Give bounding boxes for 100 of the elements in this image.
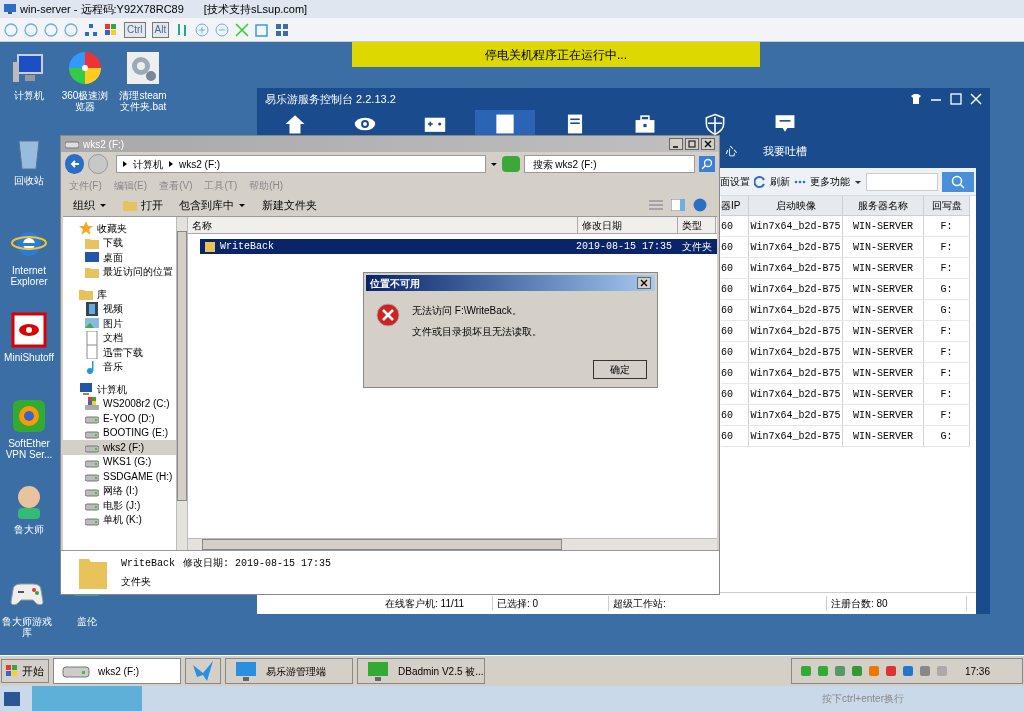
column-header[interactable]: 启动映像 [749, 196, 843, 215]
nav-label[interactable]: 我要吐槽 [763, 143, 807, 160]
table-cell-text: WIN-SERVER [853, 387, 913, 402]
tree-item[interactable]: 最近访问的位置 [63, 264, 176, 279]
minimize-button[interactable] [669, 138, 683, 150]
tree-item[interactable]: WS2008r2 (C:) [63, 396, 176, 411]
toolbar-button[interactable]: 更多功能 [794, 174, 862, 189]
tree-item[interactable]: 收藏夹 [63, 221, 176, 236]
chevron-icon[interactable] [121, 160, 129, 168]
document-app-icon[interactable] [4, 690, 20, 707]
view-icon[interactable] [649, 199, 663, 211]
close-button[interactable] [701, 138, 715, 150]
tree-item[interactable]: 下载 [63, 235, 176, 250]
start-button[interactable]: 开始 [1, 659, 49, 683]
tray-icon[interactable] [816, 665, 829, 677]
table-cell-text: Win7x64_b2d-B75 [750, 387, 841, 402]
key-button[interactable]: Ctrl [124, 21, 146, 38]
breadcrumb[interactable]: 计算机 [133, 156, 163, 172]
tray-icon[interactable] [884, 665, 897, 677]
search-field[interactable] [866, 172, 938, 191]
search-button[interactable] [942, 171, 974, 192]
maximize-icon[interactable] [950, 93, 962, 105]
toolbar-button[interactable]: 面设置 [720, 174, 750, 189]
tree-item[interactable]: 迅雷下载 [63, 345, 176, 360]
zoom-in-icon[interactable] [195, 22, 210, 37]
maximize-button[interactable] [685, 138, 699, 150]
tree-item[interactable]: 电影 (J:) [63, 498, 176, 513]
pane-icon[interactable] [671, 199, 685, 211]
desktop-icon-label[interactable]: 回收站 [14, 175, 44, 186]
tray-icon[interactable] [850, 665, 863, 677]
desktop-icon-label[interactable]: 清理steam文件夹.bat [116, 90, 170, 112]
search-button[interactable] [699, 156, 715, 172]
tree-item[interactable]: SSDGAME (H:) [63, 469, 176, 484]
desktop-icon-label[interactable]: MiniShutoff [4, 352, 54, 363]
taskbar-button[interactable] [185, 658, 221, 684]
column-header[interactable]: 回写盘 [924, 196, 970, 215]
column-header[interactable]: 类型 [678, 217, 716, 233]
file-row[interactable]: WriteBack 2019-08-15 17:35 文件夹 [200, 239, 717, 254]
desktop-icon-label[interactable]: 360极速浏览器 [58, 90, 112, 112]
tray-icon[interactable] [833, 665, 846, 677]
tray-icon[interactable] [901, 665, 914, 677]
desktop-icon-label[interactable]: 鲁大师游戏库 [0, 616, 54, 638]
key-button[interactable]: Alt [151, 21, 170, 38]
tray-icon[interactable] [799, 665, 812, 677]
toolbar-button[interactable]: 刷新 [754, 174, 790, 189]
column-header[interactable]: 器IP [721, 196, 749, 215]
command-button[interactable]: 组织 [73, 196, 107, 214]
desktop-icon-label[interactable]: 计算机 [14, 90, 44, 101]
desktop-icon-label[interactable]: SoftEther VPN Ser... [2, 438, 56, 460]
taskbar-button[interactable]: 易乐游管理端 [225, 658, 353, 684]
command-button[interactable]: 新建文件夹 [262, 196, 317, 214]
tree-item[interactable]: 单机 (K:) [63, 512, 176, 527]
grid-icon[interactable] [275, 22, 290, 37]
desktop-icon-label[interactable]: 鲁大师 [14, 524, 44, 535]
fullscreen-icon[interactable] [255, 22, 270, 37]
close-icon[interactable] [970, 93, 982, 105]
tree-item[interactable]: BOOTING (E:) [63, 425, 176, 440]
desktop-icon-label[interactable]: Internet Explorer [2, 265, 56, 287]
column-header[interactable]: 修改日期 [578, 217, 678, 233]
nav-label[interactable]: 心 [726, 143, 737, 160]
tree-item[interactable]: 计算机 [63, 382, 176, 397]
table-cell-text: 60 [721, 303, 733, 318]
tree-item[interactable]: 视频 [63, 301, 176, 316]
tree-item[interactable]: 库 [63, 287, 176, 302]
windows-logo-icon[interactable] [104, 22, 118, 37]
tree-item[interactable]: E-YOO (D:) [63, 411, 176, 426]
shirt-icon[interactable] [910, 93, 922, 105]
tray-icon[interactable] [918, 665, 931, 677]
close-button[interactable] [637, 277, 651, 289]
table-cell-text: Win7x64_b2d-B75 [750, 219, 841, 234]
chevron-icon[interactable] [167, 160, 175, 168]
tree-item[interactable]: 网络 (I:) [63, 483, 176, 498]
taskbar-button[interactable]: wks2 (F:) [53, 658, 181, 684]
tree-item[interactable]: wks2 (F:) [63, 440, 176, 455]
address-bar[interactable]: 计算机 wks2 (F:) [116, 155, 487, 173]
tree-item[interactable]: 桌面 [63, 250, 176, 265]
table-cell-text: 60 [721, 429, 733, 444]
table-cell-text: G: [940, 429, 953, 444]
help-icon[interactable] [693, 198, 707, 212]
nav-tab[interactable] [475, 110, 535, 135]
tray-icon[interactable] [867, 665, 880, 677]
command-button[interactable]: 包含到库中 [179, 196, 246, 214]
column-header[interactable]: 名称 [188, 217, 578, 233]
command-button[interactable]: 打开 [123, 196, 163, 214]
tree-item[interactable]: 音乐 [63, 359, 176, 374]
table-cell-text: Win7x64_b2d-B75 [750, 261, 841, 276]
tree-item[interactable]: WKS1 (G:) [63, 454, 176, 469]
tree-item[interactable]: 文档 [63, 330, 176, 345]
network-icon[interactable] [84, 22, 98, 37]
column-header[interactable]: 服务器名称 [843, 196, 924, 215]
zoom-out-icon[interactable] [215, 22, 230, 37]
search-field[interactable]: 搜索 wks2 (F:) [523, 155, 696, 173]
table-cell-text: 60 [721, 408, 733, 423]
ok-button[interactable]: 确定 [593, 360, 647, 379]
tree-item[interactable]: 图片 [63, 316, 176, 331]
file-name: WriteBack [121, 557, 175, 571]
taskbar-button[interactable]: DBadmin V2.5 被... [357, 658, 485, 684]
breadcrumb[interactable]: wks2 (F:) [179, 156, 221, 172]
desktop-icon-label[interactable]: 盖伦 [77, 616, 97, 627]
back-button[interactable] [65, 154, 85, 174]
